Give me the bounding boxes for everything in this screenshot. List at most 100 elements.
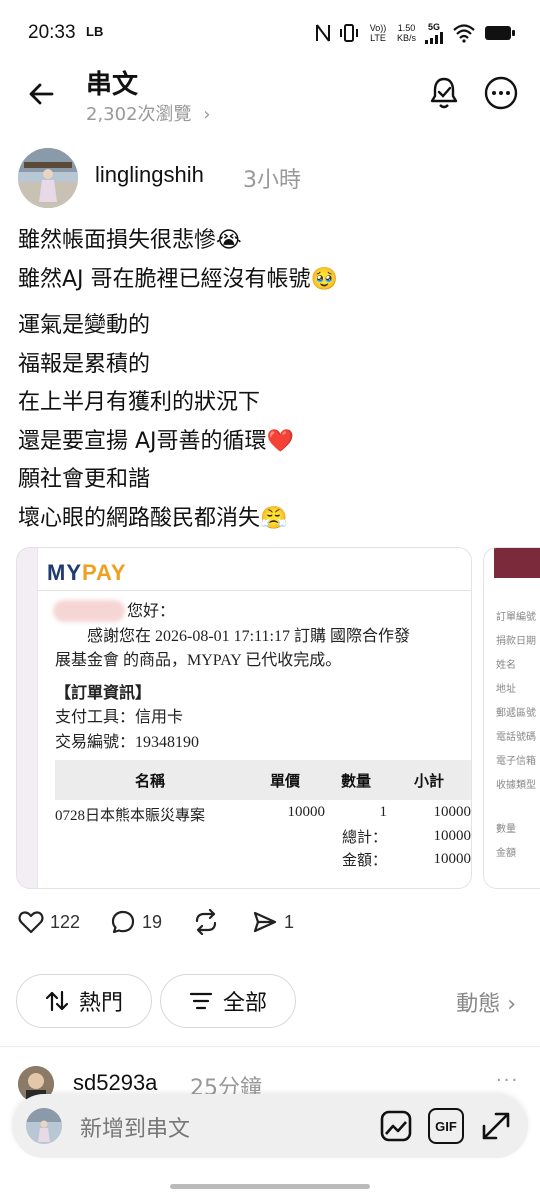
reply-more-icon[interactable]: ··· [496,1070,519,1091]
reply-composer[interactable]: 新增到串文 GIF [12,1094,528,1158]
receipt-greeting: 您好： [127,603,176,620]
receipt-transaction-no: 交易編號：19348190 [55,733,200,751]
total-value: 10000 [433,828,472,844]
receipt-table-header: 名稱 單價 數量 小計 [55,760,471,800]
page-title: 串文 [86,70,139,100]
comment-icon [111,910,135,934]
nfc-icon [315,24,330,42]
author-avatar[interactable] [18,148,78,208]
form-field-label: 地址 [496,684,516,695]
form-field-label: 金額 [496,848,516,859]
view-count-link[interactable]: 2,302次瀏覽 › [86,100,210,126]
col-header-subtotal: 小計 [387,760,471,800]
post-paragraph: 雖然帳面損失很悲慘😭 雖然AJ 哥在脆裡已經沒有帳號🥹 [18,222,528,299]
amount-label: 金額： [341,853,387,869]
form-field-label: 數量 [496,824,516,835]
status-bar: 20:33 LB Vo)) LTE 1.50 KB/s 5G [0,0,540,66]
notification-bell-icon[interactable] [428,76,460,110]
item-qty: 1 [379,804,388,820]
speed-indicator: 1.50 KB/s [396,23,416,43]
composer-placeholder[interactable]: 新增到串文 [80,1111,190,1143]
form-field-label: 姓名 [496,660,516,671]
thread-header: 串文 2,302次瀏覽 › [0,60,540,130]
gif-icon: GIF [435,1118,457,1134]
post-line: 還是要宣揚 AJ哥善的循環❤️ [18,428,294,454]
comment-button[interactable]: 19 [110,906,162,938]
post-timestamp: 3小時 [243,168,301,193]
signal-icon [425,32,443,44]
clock: 20:33 [28,22,76,43]
item-price: 10000 [287,804,326,820]
battery-icon [485,26,515,40]
form-header-image [494,548,540,578]
table-row: 總計： 10000 [55,825,471,848]
image-picker-icon[interactable] [378,1108,414,1144]
table-row: 金額： 10000 [55,848,471,871]
divider [0,1046,540,1047]
sort-hot-label: 熱門 [78,991,123,1016]
comment-count: 19 [142,911,163,932]
divider [37,590,471,591]
post-line: 福報是累積的 [18,351,151,377]
sort-hot-button[interactable]: 熱門 [16,974,152,1028]
post-image-form[interactable]: 訂單編號 捐款日期 姓名 地址 郵遞區號 電話號碼 電子信箱 收據類型 數量 金… [483,547,540,889]
form-field-label: 電子信箱 [496,756,536,767]
expand-icon[interactable] [478,1108,514,1144]
table-row: 0728日本熊本賑災專案 10000 1 10000 [55,800,471,825]
filter-lines-icon [189,992,213,1010]
amount-value: 10000 [433,851,472,867]
post-line: 運氣是變動的 [18,313,151,338]
form-field-label: 捐款日期 [496,636,536,647]
form-fields: 訂單編號 捐款日期 姓名 地址 郵遞區號 電話號碼 電子信箱 收據類型 數量 金… [496,606,536,866]
activity-link[interactable]: 動態 › [456,986,516,1018]
reply-username[interactable]: sd5293a [73,1070,157,1096]
more-options-icon[interactable] [484,76,518,110]
like-button[interactable]: 122 [18,906,80,938]
gif-button[interactable]: GIF [428,1108,464,1144]
status-icons: Vo)) LTE 1.50 KB/s 5G [315,20,516,46]
back-arrow-icon[interactable] [26,78,58,110]
mypay-logo: MYPAY [47,560,127,585]
form-field-label: 收據類型 [496,780,536,791]
post-actions: 122 19 1 [18,906,538,938]
share-button[interactable]: 1 [252,906,294,938]
receipt-thanks-line: 感謝您在 2026-08-01 17:11:17 訂購 國際合作發 [87,627,410,645]
post-line: 雖然帳面損失很悲慘😭 [18,228,242,253]
col-header-qty: 數量 [325,760,387,800]
repost-icon [195,909,217,935]
receipt-text: 您好： 感謝您在 2026-08-01 17:11:17 訂購 國際合作發 展基… [55,600,410,755]
total-label: 總計： [341,830,387,846]
post-image-receipt[interactable]: MYPAY 您好： 感謝您在 2026-08-01 17:11:17 訂購 國際… [16,547,472,889]
chevron-right-icon: › [203,104,211,125]
item-subtotal: 10000 [433,804,472,820]
home-indicator[interactable] [170,1184,370,1189]
view-count: 2,302次瀏覽 [86,104,192,125]
col-header-price: 單價 [245,760,325,800]
post-line: 在上半月有獲利的狀況下 [18,390,261,415]
heart-icon [18,911,44,934]
filter-all-button[interactable]: 全部 [160,974,296,1028]
receipt-table: 名稱 單價 數量 小計 0728日本熊本賑災專案 10000 1 10000 總… [55,760,471,871]
composer-avatar [26,1108,62,1144]
receipt-section-title: 【訂單資訊】 [55,684,152,702]
like-count: 122 [50,911,81,932]
send-icon [253,911,277,933]
post-line: 願社會更和諧 [18,467,151,492]
author-username[interactable]: linglingshih [95,162,204,188]
post-body: 雖然帳面損失很悲慘😭 雖然AJ 哥在脆裡已經沒有帳號🥹 運氣是變動的 福報是累積… [18,222,528,546]
post-line: 壞心眼的網路酸民都消失😤 [18,505,288,531]
lte-indicator: Vo)) LTE [369,23,387,43]
wifi-icon [453,24,475,43]
form-field-label: 訂單編號 [496,612,536,623]
signal-5g: 5G [424,22,444,44]
repost-button[interactable] [192,906,220,938]
app-badge: LB [86,24,104,39]
sort-arrows-icon [45,990,69,1012]
post-paragraph: 運氣是變動的 福報是累積的 在上半月有獲利的狀況下 還是要宣揚 AJ哥善的循環❤… [18,307,528,538]
col-header-name: 名稱 [55,760,245,800]
share-count: 1 [284,911,295,932]
filter-all-label: 全部 [222,991,267,1016]
receipt-payment-tool: 支付工具：信用卡 [55,709,184,726]
post-line: 雖然AJ 哥在脆裡已經沒有帳號🥹 [18,266,338,292]
reply-filters: 熱門 全部 動態 › [0,974,540,1028]
